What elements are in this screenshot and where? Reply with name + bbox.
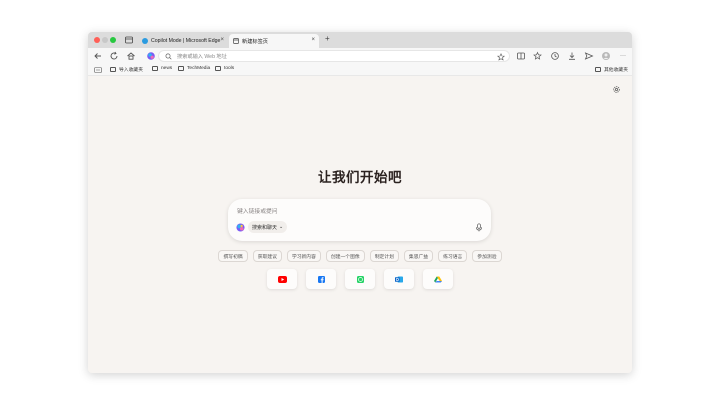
history-icon[interactable]: [550, 51, 560, 61]
search-icon: [165, 53, 172, 60]
tab-actions-icon[interactable]: [124, 35, 134, 45]
outlook-icon: [395, 276, 403, 282]
favorites-icon[interactable]: [533, 51, 543, 61]
page-title: 让我们开始吧: [318, 170, 402, 185]
browser-window: Copilot Mode | Microsoft Edge × 新建标签页 × …: [88, 32, 632, 373]
bookmark-folder-tools[interactable]: tools: [215, 66, 234, 71]
bookmark-folder-techmedia[interactable]: TechMedia: [178, 66, 210, 71]
drive-icon: [434, 276, 442, 282]
profile-avatar-icon[interactable]: [601, 51, 611, 61]
toolbar: 搜索或输入 Web 地址 ···: [88, 48, 632, 64]
close-window-button[interactable]: [94, 37, 100, 43]
facebook-icon: [317, 275, 325, 283]
minimize-window-button[interactable]: [102, 37, 108, 43]
address-bar[interactable]: 搜索或输入 Web 地址: [158, 50, 510, 62]
tab-new-tab[interactable]: 新建标签页 ×: [229, 34, 319, 48]
suggestion-chip[interactable]: 参加测验: [472, 250, 502, 262]
folder-icon: [215, 66, 221, 71]
suggestion-chip[interactable]: 获取建议: [252, 250, 282, 262]
suggestion-chip[interactable]: 练习语言: [438, 250, 468, 262]
quick-link-whatsapp[interactable]: [345, 269, 375, 289]
quick-link-youtube[interactable]: [267, 269, 297, 289]
quick-link-outlook[interactable]: [384, 269, 414, 289]
search-input[interactable]: 键入链接或提问: [237, 206, 278, 215]
suggestion-chip[interactable]: 学习新内容: [286, 250, 321, 262]
back-icon[interactable]: [93, 51, 103, 61]
reading-view-icon[interactable]: [94, 67, 102, 73]
favorite-star-icon[interactable]: [497, 52, 505, 61]
folder-icon: [178, 66, 184, 71]
refresh-icon[interactable]: [109, 51, 119, 61]
youtube-icon: [277, 275, 287, 283]
tab-bar: Copilot Mode | Microsoft Edge × 新建标签页 × …: [88, 32, 632, 48]
copilot-search-box[interactable]: 键入链接或提问 搜索和聊天 ⌄: [228, 199, 491, 241]
suggestion-chip[interactable]: 制定计划: [369, 250, 399, 262]
other-favorites-label: 其他收藏夹: [604, 68, 628, 73]
new-tab-button[interactable]: +: [325, 34, 330, 43]
download-icon[interactable]: [567, 51, 577, 61]
import-favorites-label: 导入收藏夹: [119, 68, 143, 73]
chevron-down-icon: ⌄: [279, 224, 284, 230]
suggestion-chip[interactable]: 创建一个图像: [325, 250, 365, 262]
bookmark-folder-label: tools: [224, 66, 235, 71]
quick-link-drive[interactable]: [423, 269, 453, 289]
import-favorites-button[interactable]: 导入收藏夹: [110, 66, 143, 73]
bookmark-folder-news[interactable]: news: [152, 66, 172, 71]
quick-links: [88, 269, 632, 289]
import-icon: [110, 67, 116, 72]
suggestion-chips: 撰写初稿 获取建议 学习新内容 创建一个图像 制定计划 集思广益 练习语言 参加…: [88, 250, 632, 262]
folder-icon: [595, 67, 601, 72]
edge-icon: [142, 38, 148, 44]
tab-copilot-mode[interactable]: Copilot Mode | Microsoft Edge ×: [138, 34, 228, 48]
other-favorites-button[interactable]: 其他收藏夹: [595, 66, 628, 73]
bookmark-folder-label: news: [161, 66, 173, 71]
bookmark-folder-label: TechMedia: [187, 66, 211, 71]
maximize-window-button[interactable]: [110, 37, 116, 43]
copilot-logo-icon: [236, 223, 245, 232]
folder-icon: [152, 66, 158, 71]
tab-label: Copilot Mode | Microsoft Edge: [151, 38, 221, 44]
quick-link-facebook[interactable]: [306, 269, 336, 289]
share-icon[interactable]: [584, 51, 594, 61]
microphone-icon[interactable]: [475, 223, 483, 232]
suggestion-chip[interactable]: 集思广益: [403, 250, 434, 262]
close-tab-icon[interactable]: ×: [311, 37, 315, 43]
bookmarks-bar: 导入收藏夹 news TechMedia tools 其他收藏夹: [88, 64, 632, 76]
gear-icon[interactable]: [612, 85, 621, 94]
search-and-chat-button[interactable]: 搜索和聊天 ⌄: [248, 221, 288, 233]
more-menu-button[interactable]: ···: [618, 51, 628, 61]
address-placeholder: 搜索或输入 Web 地址: [177, 54, 227, 60]
whatsapp-icon: [356, 275, 364, 283]
split-screen-icon[interactable]: [516, 51, 526, 61]
suggestion-chip[interactable]: 撰写初稿: [218, 250, 248, 262]
copilot-icon[interactable]: [146, 51, 156, 61]
tab-label: 新建标签页: [242, 38, 268, 45]
search-and-chat-label: 搜索和聊天: [252, 224, 278, 231]
new-tab-page-icon: [233, 38, 239, 44]
close-tab-icon[interactable]: ×: [220, 37, 224, 43]
home-icon[interactable]: [126, 51, 136, 61]
